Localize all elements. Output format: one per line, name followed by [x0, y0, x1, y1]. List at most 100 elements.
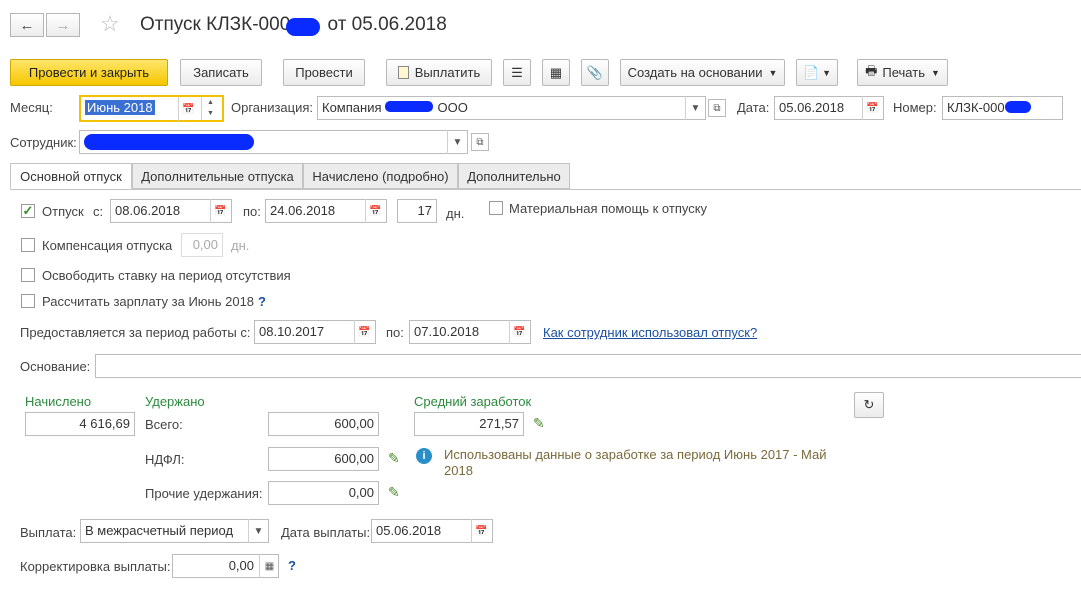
pencil-icon[interactable]: ✎ [533, 415, 545, 432]
withheld-label: Удержано [145, 394, 205, 409]
pencil-icon[interactable]: ✎ [388, 450, 400, 467]
post-button[interactable]: Провести [283, 59, 365, 86]
avg-earnings-field[interactable]: 271,57 [414, 412, 524, 436]
doc-structure-icon: ▦ [549, 64, 563, 80]
basis-field[interactable] [95, 354, 1081, 378]
open-link-icon[interactable]: ⧉ [708, 99, 726, 117]
structure-button[interactable]: ▦ [542, 59, 570, 86]
save-button[interactable]: Записать [180, 59, 262, 86]
material-aid-checkbox[interactable] [489, 201, 503, 215]
dropdown-arrow-icon[interactable]: ▼ [685, 96, 705, 120]
list-icon: ☰ [511, 64, 523, 80]
days-unit: дн. [446, 206, 465, 221]
caret-down-icon: ▼ [768, 67, 778, 78]
payout-select[interactable]: В межрасчетный период [80, 519, 269, 543]
pay-button[interactable]: Выплатить [386, 59, 492, 86]
compensation-days-field[interactable]: 0,00 [181, 233, 223, 257]
dropdown-arrow-icon[interactable]: ▼ [248, 519, 268, 543]
create-based-label: Создать на основании [627, 65, 763, 80]
info-icon: i [416, 448, 432, 464]
info-text-line2: 2018 [444, 463, 473, 478]
organization-label: Организация: [231, 100, 314, 115]
tab-additional-vacations[interactable]: Дополнительные отпуска [132, 163, 303, 189]
accrued-field[interactable]: 4 616,69 [25, 412, 135, 436]
back-button[interactable]: ← [10, 13, 44, 37]
free-rate-checkbox[interactable] [21, 268, 35, 282]
number-field[interactable]: КЛЗК-000 [942, 96, 1063, 120]
accrued-label: Начислено [25, 394, 92, 409]
tab-main-vacation[interactable]: Основной отпуск [10, 163, 132, 189]
total-label: Всего: [145, 417, 183, 432]
employee-label: Сотрудник: [10, 135, 77, 150]
calc-salary-checkbox[interactable] [21, 294, 35, 308]
days-field[interactable]: 17 [397, 199, 437, 223]
calendar-icon[interactable]: 📅 [354, 320, 374, 344]
caret-down-icon: ▼ [930, 67, 940, 78]
material-aid-label: Материальная помощь к отпуску [509, 201, 708, 216]
ndfl-field[interactable]: 600,00 [268, 447, 379, 471]
correction-label: Корректировка выплаты: [20, 559, 171, 574]
number-label: Номер: [893, 100, 937, 115]
compensation-checkbox[interactable] [21, 238, 35, 252]
post-and-close-button[interactable]: Провести и закрыть [10, 59, 168, 86]
calendar-icon[interactable]: 📅 [210, 199, 230, 223]
to-label: по: [243, 204, 261, 219]
month-stepper[interactable]: ▲ ▼ [201, 97, 219, 120]
document-icon [397, 66, 409, 79]
payout-date-label: Дата выплаты: [281, 525, 371, 540]
redaction-mark [385, 101, 433, 112]
document-settings-icon: 📄 [802, 64, 820, 80]
payout-label: Выплата: [20, 525, 77, 540]
pencil-icon[interactable]: ✎ [388, 484, 400, 501]
forward-button[interactable]: → [46, 13, 80, 37]
paperclip-icon: 📎 [586, 64, 604, 80]
ndfl-label: НДФЛ: [145, 452, 185, 467]
help-icon[interactable]: ? [288, 558, 296, 573]
star-icon[interactable]: ☆ [100, 11, 120, 37]
calendar-icon[interactable]: 📅 [862, 96, 882, 120]
from-label: с: [93, 204, 104, 219]
period-to-label: по: [386, 325, 404, 340]
redaction-mark [1005, 101, 1031, 113]
caret-down-icon: ▼ [822, 67, 832, 78]
compensation-label: Компенсация отпуска [42, 238, 173, 253]
free-rate-label: Освободить ставку на период отсутствия [42, 268, 291, 283]
calendar-icon[interactable]: 📅 [365, 199, 385, 223]
calendar-icon[interactable]: 📅 [509, 320, 529, 344]
open-link-icon[interactable]: ⧉ [471, 133, 489, 151]
refresh-button[interactable]: ↻ [854, 392, 884, 418]
organization-field[interactable]: Компания ООО [317, 96, 706, 120]
calendar-icon[interactable]: 📅 [471, 519, 491, 543]
arrow-left-icon: ← [19, 16, 35, 34]
calendar-icon[interactable]: 📅 [178, 97, 198, 121]
info-text-line1: Использованы данные о заработке за перио… [444, 447, 827, 462]
vacation-checkbox[interactable]: ✓ [21, 204, 35, 218]
other-withholdings-field[interactable]: 0,00 [268, 481, 379, 505]
compensation-unit: дн. [231, 238, 250, 253]
print-button[interactable]: 🖶 Печать ▼ [857, 59, 948, 86]
dropdown-arrow-icon[interactable]: ▼ [447, 130, 467, 154]
attach-button[interactable]: 📎 [581, 59, 609, 86]
print-label: Печать [882, 65, 925, 80]
total-withheld-field[interactable]: 600,00 [268, 412, 379, 436]
printer-icon: 🖶 [865, 62, 878, 78]
tab-additional[interactable]: Дополнительно [458, 163, 570, 189]
tab-accrued-detailed[interactable]: Начислено (подробно) [303, 163, 458, 189]
period-label: Предоставляется за период работы с: [20, 325, 251, 340]
month-label: Месяц: [10, 100, 53, 115]
more-actions-button[interactable]: 📄 ▼ [796, 59, 838, 86]
pay-label: Выплатить [414, 65, 481, 80]
calc-salary-label: Рассчитать зарплату за Июнь 2018 [42, 294, 255, 309]
calculator-icon[interactable]: ▦ [259, 554, 279, 578]
journal-button[interactable]: ☰ [503, 59, 531, 86]
other-withholdings-label: Прочие удержания: [145, 486, 263, 501]
vacation-label: Отпуск [42, 204, 84, 219]
create-based-button[interactable]: Создать на основании ▼ [620, 59, 785, 86]
usage-link[interactable]: Как сотрудник использовал отпуск? [543, 325, 757, 340]
basis-label: Основание: [20, 359, 91, 374]
arrow-right-icon: → [55, 16, 71, 34]
refresh-icon: ↻ [863, 397, 875, 412]
tabs-divider [10, 189, 1081, 190]
redaction-mark [286, 18, 320, 36]
help-icon[interactable]: ? [258, 294, 266, 309]
